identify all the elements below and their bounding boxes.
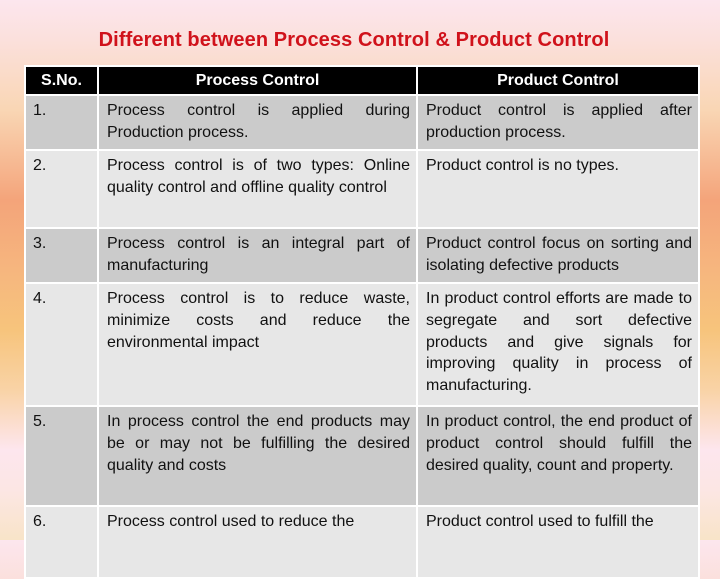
cell-process: Process control used to reduce the: [97, 505, 418, 579]
cell-process: Process control is an integral part of m…: [97, 227, 418, 285]
header-sno: S.No.: [24, 65, 99, 96]
table-row: 6. Process control used to reduce the Pr…: [24, 505, 700, 579]
cell-product: Product control is applied after product…: [416, 93, 700, 152]
comparison-table: S.No. Process Control Product Control 1.…: [24, 65, 700, 579]
cell-sno: 2.: [24, 149, 99, 230]
header-process-control: Process Control: [97, 65, 418, 96]
cell-product: Product control is no types.: [416, 149, 700, 230]
table-row: 1. Process control is applied during Pro…: [24, 93, 700, 152]
table-row: 5. In process control the end products m…: [24, 405, 700, 508]
cell-process: Process control is applied during Produc…: [97, 93, 418, 152]
cell-sno: 6.: [24, 505, 99, 579]
cell-product: In product control, the end product of p…: [416, 405, 700, 508]
cell-product: In product control efforts are made to s…: [416, 282, 700, 408]
cell-process: Process control is to reduce waste, mini…: [97, 282, 418, 408]
cell-sno: 1.: [24, 93, 99, 152]
table-row: 3. Process control is an integral part o…: [24, 227, 700, 285]
cell-process: Process control is of two types: Online …: [97, 149, 418, 230]
header-product-control: Product Control: [416, 65, 700, 96]
table-row: 2. Process control is of two types: Onli…: [24, 149, 700, 230]
cell-sno: 4.: [24, 282, 99, 408]
table-row: 4. Process control is to reduce waste, m…: [24, 282, 700, 408]
cell-sno: 3.: [24, 227, 99, 285]
cell-sno: 5.: [24, 405, 99, 508]
cell-process: In process control the end products may …: [97, 405, 418, 508]
cell-product: Product control used to fulfill the: [416, 505, 700, 579]
cell-product: Product control focus on sorting and iso…: [416, 227, 700, 285]
slide-title: Different between Process Control & Prod…: [98, 29, 610, 51]
table-header-row: S.No. Process Control Product Control: [24, 65, 700, 96]
